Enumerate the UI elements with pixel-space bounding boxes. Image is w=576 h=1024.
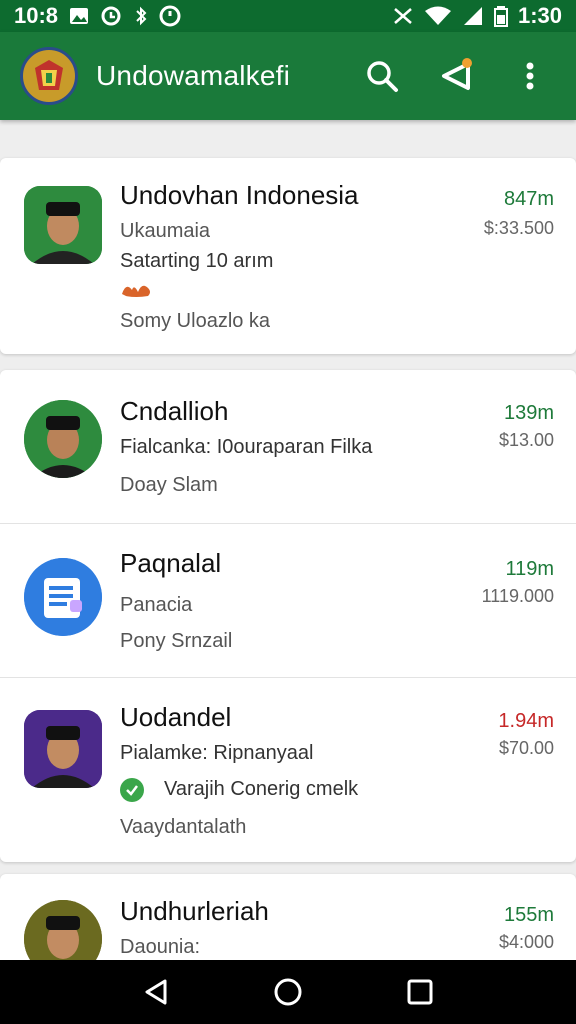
list-item[interactable]: Uodandel Pialamke: Ripnanyaal Varajih Co… — [0, 678, 576, 862]
item-title: Paqnalal — [120, 548, 222, 578]
item-detail: Satarting 10 arım — [120, 250, 274, 272]
item-price: 119m — [505, 558, 554, 580]
back-button[interactable] — [136, 972, 176, 1012]
app-bar: Undowamalkefi — [0, 32, 576, 120]
status-bar: 10:8 1:30 — [0, 0, 576, 32]
item-subtitle: Daounia: — [120, 936, 201, 958]
flame-icon — [120, 280, 154, 303]
document-icon — [24, 558, 102, 636]
more-options-button[interactable] — [510, 56, 550, 96]
item-subtitle: Panacia — [120, 594, 193, 616]
list-item[interactable]: Paqnalal Panacia Pony Srnzail 119m 1119.… — [0, 524, 576, 678]
item-list: Undovhan Indonesia Ukaumaia Satarting 10… — [0, 120, 576, 960]
avatar — [24, 900, 102, 960]
item-subtitle: Pialamke: Ripnanyaal — [120, 742, 314, 764]
image-notification-icon — [68, 5, 90, 27]
item-price-sub: 1119.000 — [481, 586, 554, 606]
battery-icon — [493, 5, 508, 27]
item-title: Uodandel — [120, 702, 232, 732]
item-meta: Doay Slam — [120, 474, 218, 496]
item-meta: Vaaydantalath — [120, 816, 247, 838]
status-right: 1:30 — [392, 3, 562, 29]
check-icon — [120, 778, 144, 802]
list-item[interactable]: Undhurleriah Daounia: 155m $4:000 — [0, 874, 576, 960]
item-price: 847m — [503, 188, 554, 210]
item-price: 155m — [503, 904, 554, 926]
home-button[interactable] — [268, 972, 308, 1012]
search-button[interactable] — [362, 56, 402, 96]
avatar — [24, 400, 102, 478]
back-icon — [145, 979, 167, 1005]
navigation-bar — [0, 960, 576, 1024]
item-subtitle: Ukaumaia — [120, 220, 211, 242]
app-title: Undowamalkefi — [96, 60, 291, 91]
item-title: Undovhan Indonesia — [120, 180, 359, 210]
item-price-sub: $13.00 — [498, 430, 554, 450]
home-icon — [274, 978, 302, 1006]
recents-button[interactable] — [400, 972, 440, 1012]
timer-notification-icon — [158, 4, 182, 28]
item-price: 1.94m — [498, 710, 554, 732]
item-price-sub: $70.00 — [498, 738, 554, 758]
vibrate-icon — [392, 5, 414, 27]
list-group: Cndallioh Fialcanka: I0ouraparan Filka D… — [0, 370, 576, 862]
app-logo[interactable] — [20, 47, 78, 105]
item-title: Undhurleriah — [120, 896, 269, 926]
search-icon — [367, 61, 398, 92]
recents-icon — [407, 979, 433, 1005]
list-item[interactable]: Cndallioh Fialcanka: I0ouraparan Filka D… — [0, 370, 576, 524]
item-meta: Pony Srnzail — [120, 630, 233, 652]
status-left-time: 10:8 — [14, 3, 59, 28]
app-actions — [362, 56, 550, 96]
item-price-sub: $4:000 — [498, 932, 554, 952]
more-vert-icon — [526, 62, 534, 90]
list-item[interactable]: Undovhan Indonesia Ukaumaia Satarting 10… — [0, 158, 576, 354]
item-price: 139m — [503, 402, 554, 424]
status-time: 1:30 — [517, 3, 562, 28]
notification-dot — [462, 58, 472, 68]
share-button[interactable] — [436, 56, 476, 96]
avatar — [24, 186, 102, 264]
item-detail: Varajih Conerig cmelk — [164, 778, 359, 800]
wifi-icon — [424, 5, 452, 27]
sync-notification-icon — [100, 5, 124, 27]
avatar — [24, 710, 102, 788]
item-price-sub: $:33.500 — [483, 218, 554, 238]
item-meta: Somy Uloazlo ka — [120, 310, 271, 332]
signal-icon — [462, 5, 484, 27]
item-title: Cndallioh — [120, 396, 229, 426]
item-subtitle: Fialcanka: I0ouraparan Filka — [120, 436, 373, 458]
status-left: 10:8 — [14, 3, 182, 29]
bluetooth-notification-icon — [134, 5, 148, 27]
